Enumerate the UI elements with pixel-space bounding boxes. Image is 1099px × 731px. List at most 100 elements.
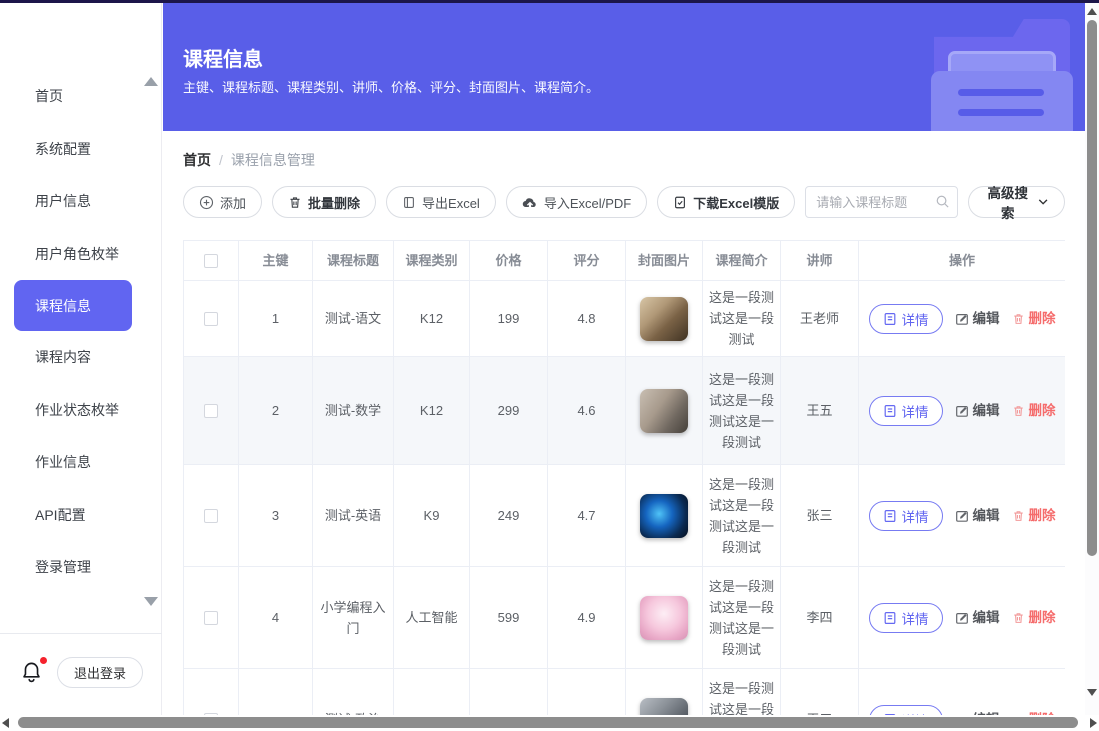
cloud-upload-icon	[522, 196, 538, 209]
sidebar-item-api-config[interactable]: API配置	[0, 489, 161, 542]
sidebar-item-home[interactable]: 首页	[0, 70, 161, 123]
delete-button[interactable]: 删除	[1012, 505, 1056, 526]
edit-pencil-icon	[955, 404, 969, 418]
select-all-checkbox[interactable]	[204, 254, 218, 268]
sidebar-item-homework-status-enum[interactable]: 作业状态枚举	[0, 384, 161, 437]
column-header: 课程标题	[313, 241, 394, 281]
sidebar-item-label: 作业状态枚举	[35, 400, 119, 420]
sidebar-item-system-config[interactable]: 系统配置	[0, 123, 161, 176]
column-header: 讲师	[781, 241, 859, 281]
vertical-scrollbar[interactable]	[1085, 3, 1099, 715]
document-icon	[883, 404, 897, 418]
cell-teacher: 李四	[781, 567, 859, 669]
toolbar: 添加 批量删除 导出Excel 导入Excel/PDF 下载Excel模版	[183, 186, 1065, 218]
cell-title: 小学编程入门	[313, 567, 394, 669]
column-header: 课程简介	[703, 241, 781, 281]
cover-image	[640, 297, 688, 341]
sidebar-item-label: 课程信息	[35, 296, 91, 316]
advanced-search-label: 高级搜索	[985, 182, 1031, 222]
bell-icon	[20, 659, 43, 685]
document-icon	[883, 611, 897, 625]
circle-plus-icon	[199, 195, 214, 210]
horizontal-scrollbar[interactable]	[0, 715, 1099, 731]
document-icon	[883, 312, 897, 326]
cell-price: 599	[470, 567, 548, 669]
detail-button[interactable]: 详情	[869, 396, 943, 426]
edit-pencil-icon	[955, 611, 969, 625]
row-checkbox[interactable]	[204, 312, 218, 326]
cell-category: K9	[394, 669, 470, 717]
breadcrumb-separator: /	[219, 152, 223, 168]
horizontal-scrollbar-thumb[interactable]	[18, 717, 1078, 728]
export-excel-label: 导出Excel	[422, 193, 480, 212]
table-row: 3测试-英语K92494.7这是一段测试这是一段测试这是一段测试张三详情编辑删除	[184, 465, 1066, 567]
document-icon	[883, 509, 897, 523]
sidebar-item-course-info[interactable]: 课程信息	[14, 280, 132, 331]
batch-delete-button[interactable]: 批量删除	[272, 186, 376, 218]
cell-rating: 4.6	[548, 357, 626, 465]
column-header: 评分	[548, 241, 626, 281]
edit-button[interactable]: 编辑	[955, 607, 1000, 628]
table-row: 1测试-语文K121994.8这是一段测试这是一段测试王老师详情编辑删除	[184, 281, 1066, 357]
logout-button[interactable]: 退出登录	[57, 657, 143, 688]
cell-intro: 这是一段测试这是一段测试这是一段测试	[703, 357, 781, 465]
file-check-icon	[673, 195, 687, 210]
cell-rating: 4.7	[548, 465, 626, 567]
cell-id: 1	[239, 281, 313, 357]
cell-title: 测试-政治	[313, 669, 394, 717]
delete-button[interactable]: 删除	[1012, 308, 1056, 329]
column-header: 封面图片	[626, 241, 703, 281]
sidebar-item-label: 系统配置	[35, 139, 91, 159]
add-button-label: 添加	[220, 193, 246, 212]
export-file-icon	[402, 195, 416, 210]
detail-button[interactable]: 详情	[869, 501, 943, 531]
search-icon[interactable]	[935, 194, 950, 209]
cell-teacher: 王老师	[781, 281, 859, 357]
notification-bell[interactable]	[20, 659, 46, 687]
edit-button[interactable]: 编辑	[955, 308, 1000, 329]
sidebar-item-login-manage[interactable]: 登录管理	[0, 541, 161, 594]
row-checkbox[interactable]	[204, 509, 218, 523]
edit-button[interactable]: 编辑	[955, 400, 1000, 421]
download-template-label: 下载Excel模版	[693, 193, 779, 212]
cover-image	[640, 596, 688, 640]
delete-button[interactable]: 删除	[1012, 607, 1056, 628]
sidebar-item-label: 首页	[35, 86, 63, 106]
sidebar-scroll-down-icon[interactable]	[144, 597, 158, 606]
delete-button[interactable]: 删除	[1012, 400, 1056, 421]
detail-button[interactable]: 详情	[869, 603, 943, 633]
cell-category: K12	[394, 357, 470, 465]
chevron-down-icon	[1038, 198, 1048, 206]
cell-price: 350	[470, 669, 548, 717]
sidebar-item-user-info[interactable]: 用户信息	[0, 175, 161, 228]
advanced-search-button[interactable]: 高级搜索	[968, 186, 1065, 218]
download-template-button[interactable]: 下载Excel模版	[657, 186, 795, 218]
vertical-scrollbar-thumb[interactable]	[1087, 20, 1097, 556]
cell-id: 4	[239, 567, 313, 669]
row-checkbox[interactable]	[204, 611, 218, 625]
cell-price: 299	[470, 357, 548, 465]
cover-image	[640, 698, 688, 717]
scroll-down-arrow-icon[interactable]	[1087, 689, 1097, 696]
column-header: 主键	[239, 241, 313, 281]
breadcrumb: 首页 / 课程信息管理	[183, 150, 1065, 170]
export-excel-button[interactable]: 导出Excel	[386, 186, 496, 218]
detail-button[interactable]: 详情	[869, 304, 943, 334]
breadcrumb-home[interactable]: 首页	[183, 150, 211, 170]
cell-category: 人工智能	[394, 567, 470, 669]
trash-icon	[1012, 404, 1025, 418]
sidebar-item-user-role-enum[interactable]: 用户角色枚举	[0, 228, 161, 281]
sidebar-item-course-content[interactable]: 课程内容	[0, 331, 161, 384]
column-header: 课程类别	[394, 241, 470, 281]
sidebar-item-homework-info[interactable]: 作业信息	[0, 436, 161, 489]
trash-icon	[1012, 312, 1025, 326]
edit-button[interactable]: 编辑	[955, 505, 1000, 526]
scroll-up-arrow-icon[interactable]	[1087, 8, 1097, 15]
scroll-right-arrow-icon[interactable]	[1090, 718, 1097, 728]
trash-icon	[288, 195, 302, 210]
scroll-left-arrow-icon[interactable]	[2, 718, 9, 728]
sidebar: 首页系统配置用户信息用户角色枚举课程信息课程内容作业状态枚举作业信息API配置登…	[0, 3, 162, 715]
row-checkbox[interactable]	[204, 404, 218, 418]
import-excel-button[interactable]: 导入Excel/PDF	[506, 186, 647, 218]
add-button[interactable]: 添加	[183, 186, 262, 218]
